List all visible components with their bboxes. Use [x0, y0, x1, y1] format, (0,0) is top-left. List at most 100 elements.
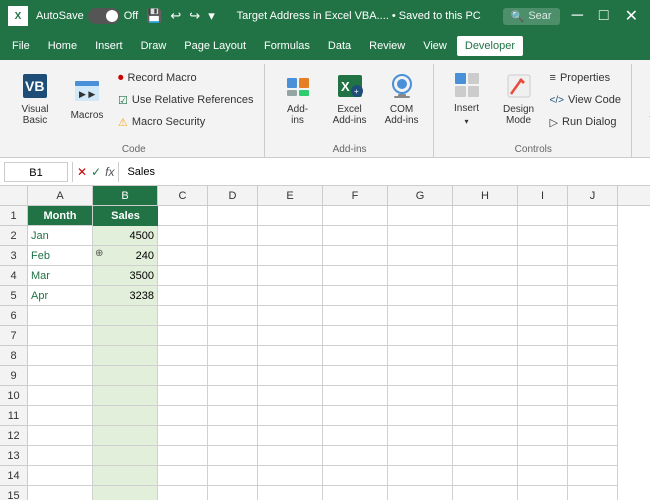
cell-j2[interactable] [568, 226, 618, 246]
col-header-a[interactable]: A [28, 186, 93, 205]
cell-i3[interactable] [518, 246, 568, 266]
cell-b4[interactable]: 3500 [93, 266, 158, 286]
redo-icon[interactable]: ↪ [189, 8, 200, 24]
row-header-12[interactable]: 12 [0, 426, 28, 446]
cell-d3[interactable] [208, 246, 258, 266]
add-ins-button[interactable]: Add-ins [273, 66, 323, 130]
design-mode-button[interactable]: DesignMode [494, 66, 544, 130]
cell-i4[interactable] [518, 266, 568, 286]
cell-j5[interactable] [568, 286, 618, 306]
cell-i1[interactable] [518, 206, 568, 226]
formula-function-icon[interactable]: fx [105, 165, 114, 179]
use-relative-references-button[interactable]: ☑ Use Relative References [114, 90, 258, 110]
cell-a3[interactable]: Feb [28, 246, 93, 266]
cell-b6[interactable] [93, 306, 158, 326]
cell-e2[interactable] [258, 226, 323, 246]
row-header-2[interactable]: 2 [0, 226, 28, 246]
col-header-h[interactable]: H [453, 186, 518, 205]
macros-button[interactable]: ▶ ▶ Macros [62, 66, 112, 130]
macro-security-button[interactable]: ⚠ Macro Security [114, 112, 258, 132]
minimize-button[interactable]: ─ [568, 7, 587, 25]
row-header-11[interactable]: 11 [0, 406, 28, 426]
customize-icon[interactable]: ▾ [208, 8, 215, 24]
cell-h5[interactable] [453, 286, 518, 306]
row-header-14[interactable]: 14 [0, 466, 28, 486]
cell-j1[interactable] [568, 206, 618, 226]
cell-a1[interactable]: Month [28, 206, 93, 226]
menu-review[interactable]: Review [361, 36, 413, 56]
record-macro-button[interactable]: ⏺ Record Macro [114, 68, 258, 88]
formula-confirm-icon[interactable]: ✓ [91, 165, 101, 179]
row-header-7[interactable]: 7 [0, 326, 28, 346]
menu-data[interactable]: Data [320, 36, 359, 56]
cell-f5[interactable] [323, 286, 388, 306]
insert-control-button[interactable]: Insert ▾ [442, 66, 492, 130]
row-header-5[interactable]: 5 [0, 286, 28, 306]
cell-c3[interactable] [158, 246, 208, 266]
menu-draw[interactable]: Draw [133, 36, 175, 56]
cell-g4[interactable] [388, 266, 453, 286]
cell-g3[interactable] [388, 246, 453, 266]
cell-d2[interactable] [208, 226, 258, 246]
cell-c2[interactable] [158, 226, 208, 246]
menu-file[interactable]: File [4, 36, 38, 56]
row-header-10[interactable]: 10 [0, 386, 28, 406]
excel-add-ins-button[interactable]: X + ExcelAdd-ins [325, 66, 375, 130]
undo-icon[interactable]: ↩ [170, 8, 181, 24]
save-icon[interactable]: 💾 [146, 8, 162, 24]
cell-j4[interactable] [568, 266, 618, 286]
cell-a2[interactable]: Jan [28, 226, 93, 246]
cell-a4[interactable]: Mar [28, 266, 93, 286]
row-header-13[interactable]: 13 [0, 446, 28, 466]
col-header-e[interactable]: E [258, 186, 323, 205]
cell-b1[interactable]: Sales [93, 206, 158, 226]
col-header-b[interactable]: B [93, 186, 158, 205]
cell-b3[interactable]: ⊕ 240 [93, 246, 158, 266]
formula-cancel-icon[interactable]: ✕ [77, 165, 87, 179]
menu-formulas[interactable]: Formulas [256, 36, 318, 56]
row-header-8[interactable]: 8 [0, 346, 28, 366]
autosave-toggle[interactable] [88, 8, 120, 24]
row-header-9[interactable]: 9 [0, 366, 28, 386]
cell-e1[interactable] [258, 206, 323, 226]
row-header-15[interactable]: 15 [0, 486, 28, 500]
cell-b2[interactable]: 4500 [93, 226, 158, 246]
col-header-c[interactable]: C [158, 186, 208, 205]
col-header-j[interactable]: J [568, 186, 618, 205]
cell-d1[interactable] [208, 206, 258, 226]
visual-basic-button[interactable]: VB VisualBasic [10, 66, 60, 130]
formula-input[interactable] [123, 166, 646, 178]
cell-f1[interactable] [323, 206, 388, 226]
cell-a6[interactable] [28, 306, 93, 326]
menu-home[interactable]: Home [40, 36, 85, 56]
cell-c1[interactable] [158, 206, 208, 226]
row-header-3[interactable]: 3 [0, 246, 28, 266]
menu-developer[interactable]: Developer [457, 36, 523, 56]
properties-button[interactable]: ≡ Properties [546, 68, 625, 88]
cell-b5[interactable]: 3238 [93, 286, 158, 306]
col-header-f[interactable]: F [323, 186, 388, 205]
row-header-6[interactable]: 6 [0, 306, 28, 326]
cell-g1[interactable] [388, 206, 453, 226]
cell-f2[interactable] [323, 226, 388, 246]
cell-c4[interactable] [158, 266, 208, 286]
row-header-4[interactable]: 4 [0, 266, 28, 286]
cell-i2[interactable] [518, 226, 568, 246]
cell-g5[interactable] [388, 286, 453, 306]
cell-a5[interactable]: Apr [28, 286, 93, 306]
cell-h1[interactable] [453, 206, 518, 226]
cell-f4[interactable] [323, 266, 388, 286]
search-box[interactable]: 🔍 Sear [503, 8, 560, 25]
run-dialog-button[interactable]: ▷ Run Dialog [546, 112, 625, 132]
cell-f3[interactable] [323, 246, 388, 266]
menu-page-layout[interactable]: Page Layout [176, 36, 254, 56]
cell-reference-box[interactable]: B1 [4, 162, 68, 182]
menu-view[interactable]: View [415, 36, 455, 56]
cell-e4[interactable] [258, 266, 323, 286]
source-button[interactable]: X Source [640, 66, 650, 130]
cell-j3[interactable] [568, 246, 618, 266]
view-code-button[interactable]: </> View Code [546, 90, 625, 110]
cell-c5[interactable] [158, 286, 208, 306]
close-button[interactable]: ✕ [621, 6, 642, 26]
menu-insert[interactable]: Insert [87, 36, 131, 56]
